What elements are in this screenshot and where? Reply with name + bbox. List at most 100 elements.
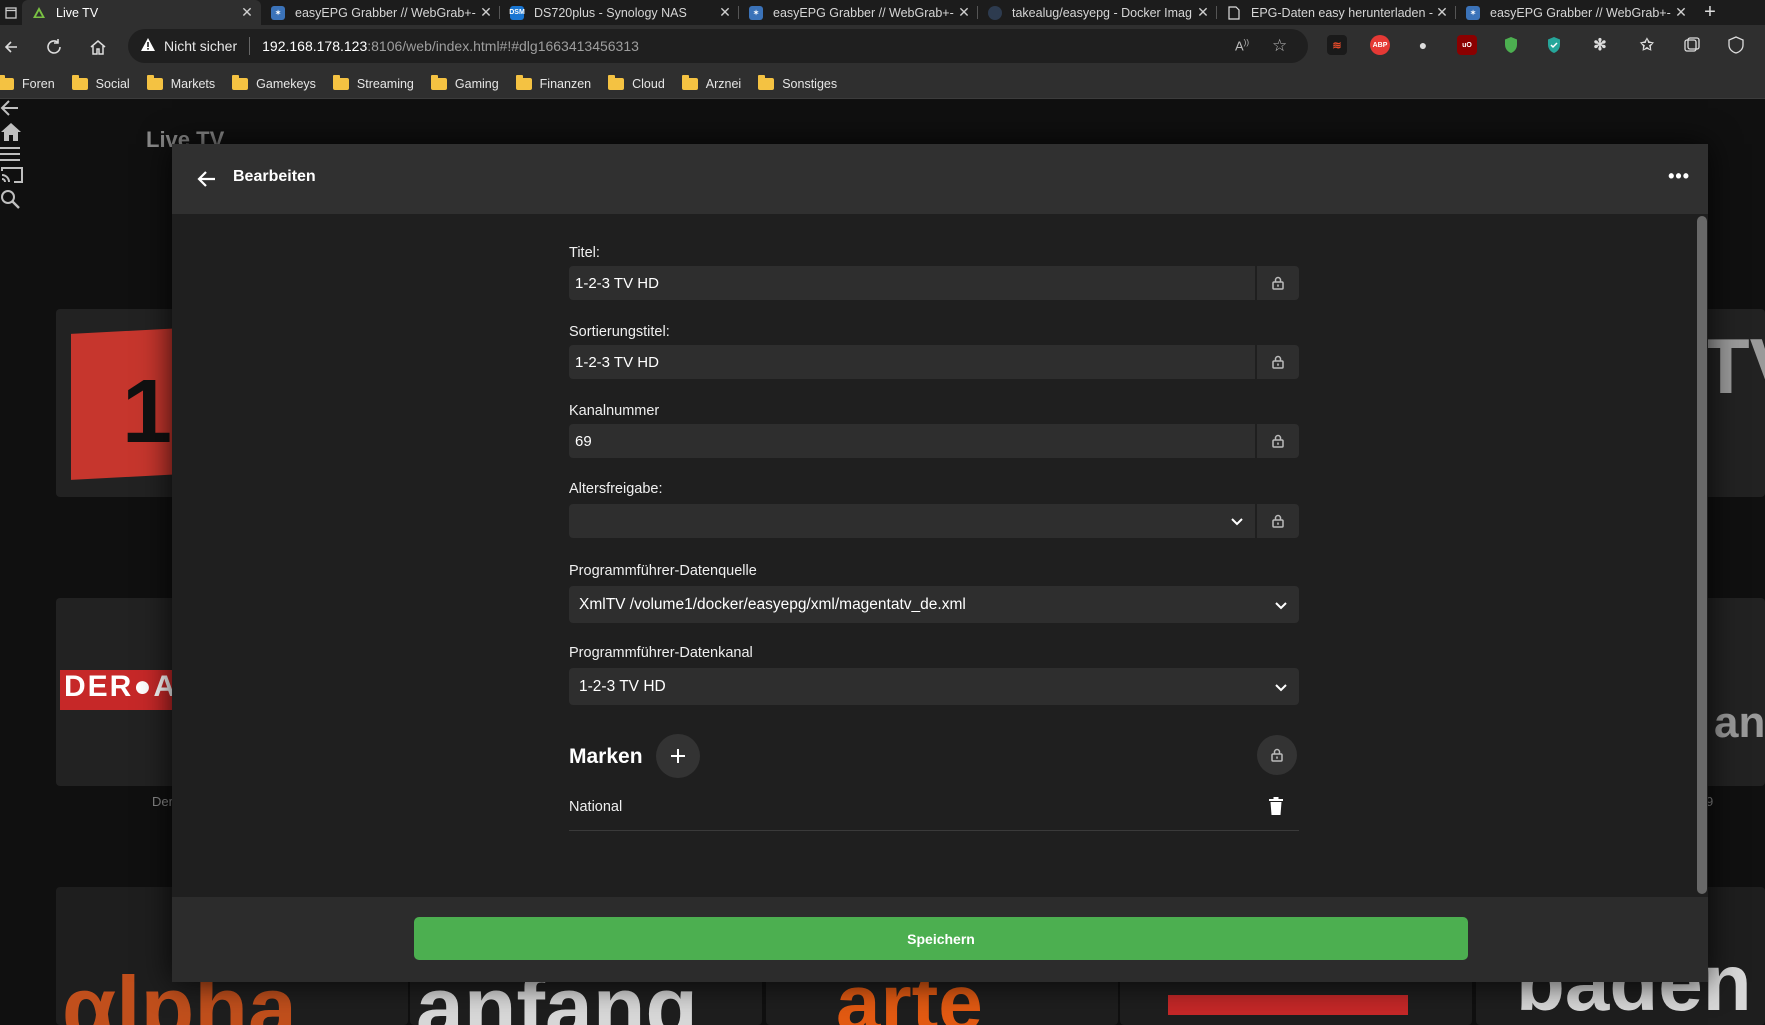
url-host: 192.168.178.123 (262, 38, 368, 54)
browser-tab-3[interactable]: ✶ easyEPG Grabber // WebGrab+- ✕ (739, 0, 978, 25)
browser-tab-0[interactable]: Live TV ✕ (22, 0, 261, 25)
tag-label: National (569, 799, 623, 815)
bookmark-folder-finanzen[interactable]: Finanzen (515, 74, 591, 91)
bookmark-folder-streaming[interactable]: Streaming (332, 74, 414, 91)
browser-tab-2[interactable]: DSM DS720plus - Synology NAS ✕ (500, 0, 739, 25)
bookmark-folder-gamekeys[interactable]: Gamekeys (232, 74, 316, 91)
close-tab-icon[interactable]: ✕ (1434, 4, 1450, 21)
back-arrow-icon[interactable] (0, 99, 1765, 122)
read-aloud-icon[interactable]: A)) (1235, 38, 1249, 53)
close-tab-icon[interactable]: ✕ (239, 4, 255, 21)
field-label: Kanalnummer (569, 403, 660, 419)
scrollbar-thumb[interactable] (1697, 216, 1707, 894)
back-arrow-icon[interactable] (0, 25, 22, 69)
channel-logo: an (1714, 698, 1765, 747)
tab-title: DS720plus - Synology NAS (534, 5, 687, 20)
lock-icon[interactable] (1255, 424, 1299, 458)
shield-check-icon[interactable] (1544, 35, 1564, 55)
bookmark-folder-sonstiges[interactable]: Sonstiges (758, 74, 837, 91)
dialog-header: Bearbeiten ••• (172, 144, 1708, 214)
new-tab-button[interactable]: + (1695, 0, 1725, 25)
epg-channel-select[interactable]: 1-2-3 TV HD (569, 668, 1299, 705)
lock-icon[interactable] (1255, 504, 1299, 538)
back-arrow-icon[interactable] (192, 164, 222, 194)
save-button[interactable]: Speichern (414, 917, 1468, 960)
folder-icon (332, 74, 349, 90)
edit-dialog: Bearbeiten ••• Titel: Sortierungstitel: (172, 144, 1708, 982)
close-tab-icon[interactable]: ✕ (1195, 4, 1211, 21)
chevron-down-icon (1275, 684, 1287, 692)
docker-icon (988, 5, 1002, 20)
bookmark-folder-social[interactable]: Social (71, 74, 130, 91)
favorite-add-icon[interactable]: ☆ (1272, 36, 1287, 56)
browser-tab-1[interactable]: ✶ easyEPG Grabber // WebGrab+- ✕ (261, 0, 500, 25)
folder-icon (515, 74, 532, 90)
browser-tab-4[interactable]: takealug/easyepg - Docker Imag ✕ (978, 0, 1217, 25)
close-tab-icon[interactable]: ✕ (1673, 4, 1689, 21)
lock-tags-button[interactable] (1257, 735, 1297, 775)
chevron-down-icon (1231, 518, 1243, 526)
warning-icon[interactable] (140, 37, 156, 56)
age-rating-field (569, 504, 1299, 538)
title-input[interactable] (569, 266, 1255, 300)
favorites-icon[interactable]: ✩ (1637, 35, 1657, 55)
lock-icon[interactable] (1255, 345, 1299, 379)
ublock-icon[interactable]: uO (1457, 35, 1477, 55)
bookmark-folder-gaming[interactable]: Gaming (430, 74, 499, 91)
adblock-icon[interactable]: ABP (1370, 35, 1390, 55)
bookmark-folder-foren[interactable]: Foren (0, 74, 55, 91)
browser-tab-5[interactable]: EPG-Daten easy herunterladen - ✕ (1217, 0, 1456, 25)
bookmark-folder-markets[interactable]: Markets (146, 74, 215, 91)
sort-title-field (569, 345, 1299, 379)
chevron-down-icon (1275, 602, 1287, 610)
bookmark-folder-cloud[interactable]: Cloud (608, 74, 665, 91)
easyepg-icon: ✶ (1466, 5, 1480, 20)
extensions-puzzle-icon[interactable]: ✻ (1590, 35, 1610, 55)
field-label: Programmführer-Datenkanal (569, 645, 753, 661)
tab-title: takealug/easyepg - Docker Imag (1012, 5, 1192, 20)
plus-icon (671, 749, 685, 763)
easyepg-icon: ✶ (271, 5, 285, 20)
channel-number-input[interactable] (569, 424, 1255, 458)
folder-icon (71, 74, 88, 90)
tab-title: easyEPG Grabber // WebGrab+- (1490, 5, 1671, 20)
shield-icon[interactable] (1501, 35, 1521, 55)
extension-icon[interactable]: ≋ (1327, 35, 1347, 55)
close-tab-icon[interactable]: ✕ (717, 4, 733, 21)
age-rating-select[interactable] (569, 504, 1255, 538)
field-label: Sortierungstitel: (569, 324, 670, 340)
jellyfin-icon (32, 6, 46, 20)
collections-icon[interactable] (1682, 35, 1702, 55)
channel-name: Der (152, 794, 173, 809)
bookmark-folder-arznei[interactable]: Arznei (681, 74, 741, 91)
tags-section-title: Marken (569, 745, 643, 768)
folder-icon (232, 74, 249, 90)
tab-title: easyEPG Grabber // WebGrab+- (295, 5, 476, 20)
extension-icon[interactable]: ● (1413, 35, 1433, 55)
trash-icon[interactable] (1269, 797, 1283, 820)
channel-number-field (569, 424, 1299, 458)
add-tag-button[interactable] (656, 734, 700, 778)
home-icon[interactable] (76, 25, 120, 69)
dsm-icon: DSM (509, 5, 525, 20)
folder-icon (146, 74, 163, 90)
folder-icon (681, 74, 698, 90)
close-tab-icon[interactable]: ✕ (956, 4, 972, 21)
sort-title-input[interactable] (569, 345, 1255, 379)
epg-channel-value: 1-2-3 TV HD (579, 677, 666, 695)
folder-icon (758, 74, 775, 90)
address-bar[interactable]: Nicht sicher 192.168.178.123:8106/web/in… (128, 29, 1308, 63)
reload-icon[interactable] (32, 25, 76, 69)
close-tab-icon[interactable]: ✕ (478, 4, 494, 21)
lock-icon[interactable] (1255, 266, 1299, 300)
tag-list-item: National (569, 787, 1299, 831)
browser-tab-6[interactable]: ✶ easyEPG Grabber // WebGrab+- ✕ (1456, 0, 1695, 25)
dialog-scrollbar[interactable] (1696, 214, 1708, 897)
tab-actions-icon[interactable] (0, 0, 22, 25)
epg-source-select[interactable]: XmlTV /volume1/docker/easyepg/xml/magent… (569, 586, 1299, 623)
field-label: Programmführer-Datenquelle (569, 563, 757, 579)
lock-icon (1271, 748, 1283, 762)
browser-essentials-icon[interactable] (1726, 35, 1746, 55)
more-options-icon[interactable]: ••• (1668, 166, 1690, 187)
security-label[interactable]: Nicht sicher (164, 38, 237, 54)
